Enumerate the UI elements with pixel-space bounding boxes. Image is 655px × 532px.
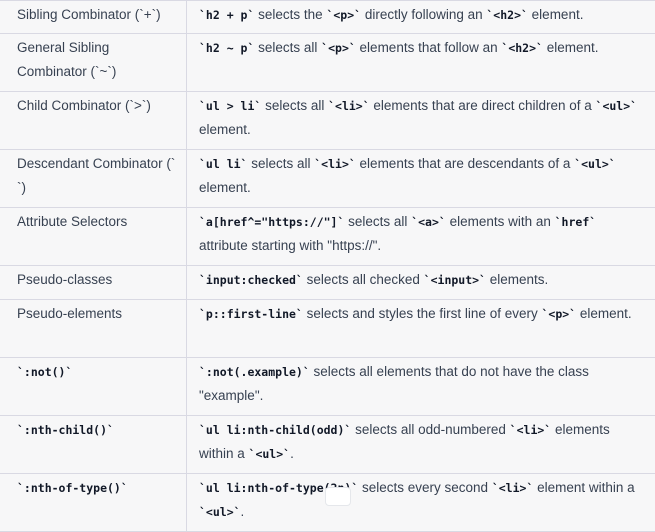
text-segment: elements that follow an xyxy=(355,40,502,55)
code-snippet: `p::first-line` xyxy=(199,307,303,321)
selector-cell: `:not()` xyxy=(0,358,187,415)
code-snippet: `<li>` xyxy=(509,423,552,437)
text-segment: selects every second xyxy=(358,480,492,495)
table-row: Child Combinator (`>`) `ul > li` selects … xyxy=(0,92,655,150)
selector-cell: `:nth-of-type()` xyxy=(0,474,187,531)
text-segment: element within a xyxy=(533,480,639,495)
description-cell: `:not(.example)` selects all elements th… xyxy=(187,358,655,415)
code-snippet: `ul li` xyxy=(199,157,248,171)
text-segment: selects all xyxy=(247,156,315,171)
description-cell: `p::first-line` selects and styles the f… xyxy=(187,300,655,357)
text-segment: elements that are descendants of a xyxy=(355,156,575,171)
code-snippet: `h2 ~ p` xyxy=(199,41,255,55)
selector-cell: `:nth-child()` xyxy=(0,416,187,473)
code-snippet: `<ul>` xyxy=(248,447,291,461)
text-segment: Pseudo-classes xyxy=(17,272,113,287)
text-segment: element. xyxy=(527,7,584,22)
description-cell: `ul li` selects all `<li>` elements that… xyxy=(187,150,655,207)
table-row: Pseudo-classes `input:checked` selects al… xyxy=(0,266,655,300)
description-cell: `input:checked` selects all checked `<in… xyxy=(187,266,655,299)
description-cell: `ul > li` selects all `<li>` elements th… xyxy=(187,92,655,149)
code-snippet: `<li>` xyxy=(314,157,356,171)
code-snippet: `a[href^="https://"]` xyxy=(199,215,345,229)
text-segment: selects all odd-numbered xyxy=(351,422,510,437)
code-snippet: `<ul>` xyxy=(574,157,616,171)
code-snippet: `<h2>` xyxy=(486,8,528,22)
code-snippet: `:nth-child()` xyxy=(17,423,114,437)
code-snippet: `:not(.example)` xyxy=(199,365,310,379)
code-snippet: `ul li:nth-child(odd)` xyxy=(199,423,352,437)
code-snippet: `:nth-of-type()` xyxy=(17,481,128,495)
description-cell: `h2 + p` selects the `<p>` directly foll… xyxy=(187,1,655,33)
code-snippet: `:not()` xyxy=(17,365,73,379)
text-segment: selects all xyxy=(254,40,322,55)
code-snippet: `href` xyxy=(554,215,597,229)
text-segment: Child Combinator (`>`) xyxy=(17,98,151,113)
table-row: Attribute Selectors `a[href^="https://"]`… xyxy=(0,208,655,266)
table-row: General Sibling Combinator (`~`) `h2 ~ p`… xyxy=(0,34,655,92)
code-snippet: `<p>` xyxy=(326,8,362,22)
selector-cell: Child Combinator (`>`) xyxy=(0,92,187,149)
code-snippet: `h2 + p` xyxy=(199,8,255,22)
table-row: Sibling Combinator (`+`) `h2 + p` selects… xyxy=(0,1,655,34)
text-segment: element. xyxy=(576,306,632,321)
text-segment: selects and styles the first line of eve… xyxy=(302,306,542,321)
text-segment: Pseudo-elements xyxy=(17,306,123,321)
code-snippet: `<ul>` xyxy=(199,505,241,519)
code-snippet: `<ul>` xyxy=(595,99,638,113)
css-selectors-table: Sibling Combinator (`+`) `h2 + p` selects… xyxy=(0,0,655,532)
text-segment: element. xyxy=(542,40,599,55)
selector-cell: General Sibling Combinator (`~`) xyxy=(0,34,187,91)
text-segment: Sibling Combinator (`+`) xyxy=(17,7,161,22)
selector-cell: Descendant Combinator (` `) xyxy=(0,150,187,207)
floating-overlay-box xyxy=(325,487,351,506)
text-segment: Descendant Combinator (` `) xyxy=(17,156,180,195)
text-segment: selects all checked xyxy=(302,272,424,287)
description-cell: `a[href^="https://"]` selects all `<a>` … xyxy=(187,208,655,265)
table-row: `:not()` `:not(.example)` selects all ele… xyxy=(0,358,655,416)
text-segment: directly following an xyxy=(361,7,487,22)
code-snippet: `ul > li` xyxy=(199,99,262,113)
code-snippet: `<h2>` xyxy=(501,41,543,55)
text-segment: Attribute Selectors xyxy=(17,214,128,229)
code-snippet: `<input>` xyxy=(423,273,486,287)
selector-cell: Pseudo-elements xyxy=(0,300,187,357)
selector-cell: Pseudo-classes xyxy=(0,266,187,299)
text-segment: . xyxy=(290,446,294,461)
text-segment: . xyxy=(240,504,245,519)
selector-cell: Sibling Combinator (`+`) xyxy=(0,1,187,33)
code-snippet: `<li>` xyxy=(491,481,534,495)
text-segment: General Sibling Combinator (`~`) xyxy=(17,40,117,79)
text-segment: selects the xyxy=(254,7,327,22)
table-row: `:nth-child()` `ul li:nth-child(odd)` sel… xyxy=(0,416,655,474)
description-cell: `ul li:nth-child(odd)` selects all odd-n… xyxy=(187,416,655,473)
text-segment: elements with an xyxy=(445,214,555,229)
code-snippet: `input:checked` xyxy=(199,273,303,287)
text-segment: selects all xyxy=(344,214,412,229)
text-segment: elements that are direct children of a xyxy=(369,98,596,113)
code-snippet: `<p>` xyxy=(541,307,577,321)
text-segment: selects all xyxy=(261,98,329,113)
text-segment: elements. xyxy=(485,272,549,287)
code-snippet: `<li>` xyxy=(328,99,370,113)
table-row: Pseudo-elements `p::first-line` selects a… xyxy=(0,300,655,358)
table-row: Descendant Combinator (` `) `ul li` selec… xyxy=(0,150,655,208)
selector-cell: Attribute Selectors xyxy=(0,208,187,265)
description-cell: `h2 ~ p` selects all `<p>` elements that… xyxy=(187,34,655,91)
code-snippet: `<a>` xyxy=(411,215,446,229)
description-cell: `ul li:nth-of-type(2n)` selects every se… xyxy=(187,474,655,531)
code-snippet: `<p>` xyxy=(321,41,356,55)
